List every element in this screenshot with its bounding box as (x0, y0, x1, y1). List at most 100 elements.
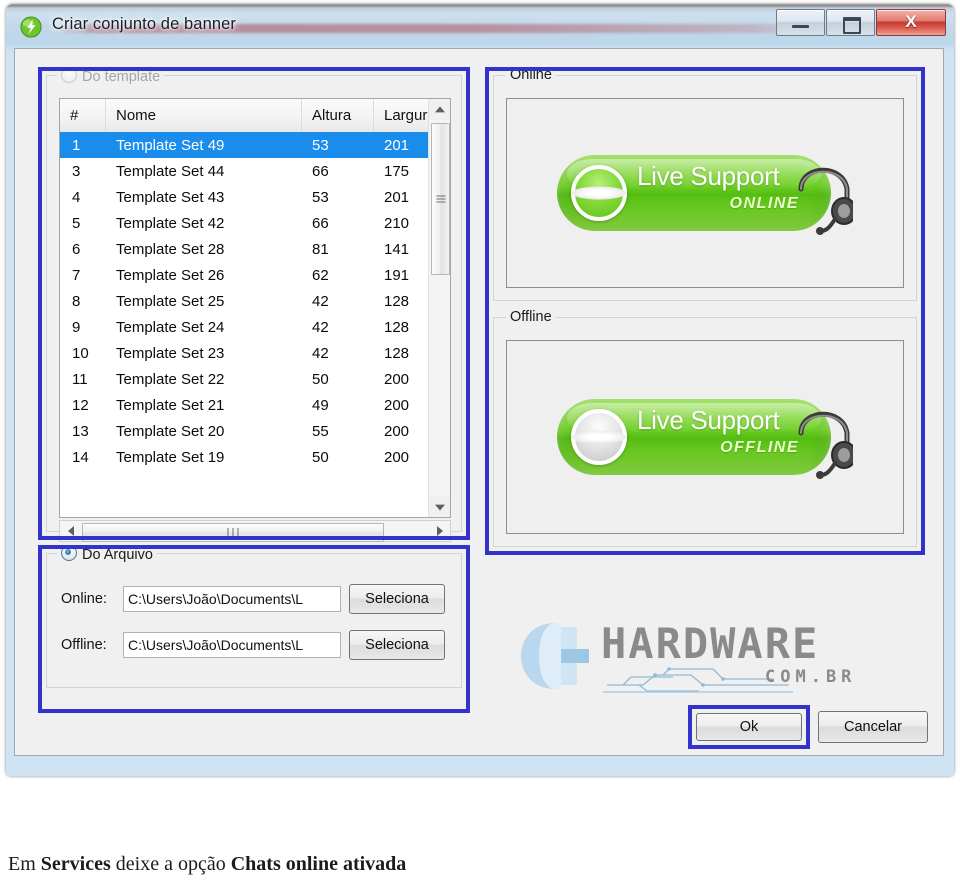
maximize-button[interactable] (826, 9, 875, 36)
cancel-button[interactable]: Cancelar (818, 711, 928, 743)
radio-do-template[interactable] (61, 67, 77, 83)
online-field-label: Online: (61, 591, 107, 607)
offline-banner-status: OFFLINE (720, 439, 799, 456)
dialog-window: Criar conjunto de banner X Do template # (6, 4, 954, 776)
offline-seleciona-button[interactable]: Seleciona (349, 630, 445, 660)
window-controls: X (775, 9, 946, 36)
cell-num: 10 (72, 344, 89, 362)
watermark-subtext: COM.BR (765, 667, 857, 687)
title-bar[interactable]: Criar conjunto de banner X (6, 4, 954, 46)
table-row[interactable]: 7 Template Set 26 62 191 (60, 262, 450, 288)
vertical-scroll-thumb[interactable] (431, 123, 450, 275)
cell-nome: Template Set 26 (116, 266, 225, 284)
app-logo-icon (20, 16, 42, 38)
cell-num: 13 (72, 422, 89, 440)
template-listview[interactable]: # Nome Altura Largura 1 Template Set 49 53… (59, 98, 451, 518)
table-row[interactable]: 14 Template Set 19 50 200 (60, 444, 450, 470)
cell-altura: 53 (312, 188, 329, 206)
table-row[interactable]: 1 Template Set 49 53 201 (60, 132, 450, 158)
table-row[interactable]: 3 Template Set 44 66 175 (60, 158, 450, 184)
listview-horizontal-scrollbar[interactable] (59, 520, 451, 542)
hardware-watermark-logo: HARDWARE COM.BR (515, 617, 915, 697)
close-button[interactable]: X (876, 9, 946, 36)
cell-num: 6 (72, 240, 81, 258)
listview-header: # Nome Altura Largura (60, 99, 450, 133)
listview-vertical-scrollbar[interactable] (428, 99, 450, 517)
table-row[interactable]: 12 Template Set 21 49 200 (60, 392, 450, 418)
scroll-grip-icon (226, 524, 241, 542)
online-file-row: Online: C:\Users\João\Documents\L Seleci… (61, 584, 445, 614)
cell-num: 5 (72, 214, 81, 232)
radio-do-arquivo[interactable] (61, 545, 77, 561)
offline-banner-image: Live Support OFFLINE (557, 395, 853, 479)
group-title-offline: Offline (506, 309, 556, 325)
online-banner-text: Live Support (637, 161, 780, 191)
scroll-right-button[interactable] (429, 521, 450, 541)
table-row[interactable]: 6 Template Set 28 81 141 (60, 236, 450, 262)
cell-altura: 53 (312, 136, 329, 154)
group-title-online: Online (506, 67, 556, 83)
chevron-up-icon (434, 105, 445, 112)
cell-altura: 42 (312, 344, 329, 362)
minimize-button[interactable] (776, 9, 825, 36)
maximize-icon (843, 17, 861, 34)
horizontal-scroll-thumb[interactable] (82, 523, 384, 542)
cell-altura: 81 (312, 240, 329, 258)
column-header-num[interactable]: # (60, 99, 106, 132)
cell-num: 3 (72, 162, 81, 180)
window-title: Criar conjunto de banner (52, 15, 237, 33)
table-row[interactable]: 8 Template Set 25 42 128 (60, 288, 450, 314)
cell-nome: Template Set 25 (116, 292, 225, 310)
offline-field-label: Offline: (61, 637, 107, 653)
cell-nome: Template Set 44 (116, 162, 225, 180)
online-path-input[interactable]: C:\Users\João\Documents\L (123, 586, 341, 612)
online-seleciona-button[interactable]: Seleciona (349, 584, 445, 614)
watermark-sphere-icon (521, 623, 589, 689)
cell-altura: 50 (312, 370, 329, 388)
offline-banner-preview: Live Support OFFLINE (506, 340, 904, 534)
cell-nome: Template Set 21 (116, 396, 225, 414)
minimize-icon (792, 25, 809, 28)
table-row[interactable]: 9 Template Set 24 42 128 (60, 314, 450, 340)
table-row[interactable]: 4 Template Set 43 53 201 (60, 184, 450, 210)
ok-button[interactable]: Ok (696, 713, 802, 741)
caption-part1: Em (8, 853, 41, 875)
cell-nome: Template Set 49 (116, 136, 225, 154)
online-banner-preview: Live Support ONLINE (506, 98, 904, 288)
cell-nome: Template Set 19 (116, 448, 225, 466)
scroll-left-button[interactable] (60, 521, 81, 541)
cell-nome: Template Set 42 (116, 214, 225, 232)
offline-path-input[interactable]: C:\Users\João\Documents\L (123, 632, 341, 658)
scroll-down-button[interactable] (429, 496, 450, 517)
banner-globe-icon (571, 409, 627, 465)
group-title-do-template: Do template (57, 67, 165, 85)
cell-num: 7 (72, 266, 81, 284)
caption-text: Em Services deixe a opção Chats online a… (8, 853, 406, 876)
cell-altura: 66 (312, 162, 329, 180)
table-row[interactable]: 11 Template Set 22 50 200 (60, 366, 450, 392)
cell-nome: Template Set 43 (116, 188, 225, 206)
cell-nome: Template Set 20 (116, 422, 225, 440)
offline-banner-text: Live Support (637, 405, 780, 435)
cell-altura: 55 (312, 422, 329, 440)
group-offline-preview: Offline Live Support OFFLINE (493, 309, 917, 547)
listview-body: 1 Template Set 49 53 201 3 Template Set 44 66 1… (60, 132, 450, 517)
cell-altura: 66 (312, 214, 329, 232)
cell-nome: Template Set 24 (116, 318, 225, 336)
cell-altura: 49 (312, 396, 329, 414)
cell-num: 1 (72, 136, 81, 154)
column-header-altura[interactable]: Altura (302, 99, 374, 132)
scroll-up-button[interactable] (429, 99, 450, 120)
column-header-nome[interactable]: Nome (106, 99, 302, 132)
table-row[interactable]: 5 Template Set 42 66 210 (60, 210, 450, 236)
cell-nome: Template Set 23 (116, 344, 225, 362)
cell-altura: 50 (312, 448, 329, 466)
chevron-down-icon (434, 504, 445, 511)
group-title-do-arquivo: Do Arquivo (57, 545, 157, 563)
offline-file-row: Offline: C:\Users\João\Documents\L Selec… (61, 630, 445, 660)
chevron-right-icon (436, 526, 443, 536)
table-row[interactable]: 10 Template Set 23 42 128 (60, 340, 450, 366)
table-row[interactable]: 13 Template Set 20 55 200 (60, 418, 450, 444)
watermark-text: HARDWARE (601, 619, 820, 668)
online-banner-image: Live Support ONLINE (557, 151, 853, 235)
